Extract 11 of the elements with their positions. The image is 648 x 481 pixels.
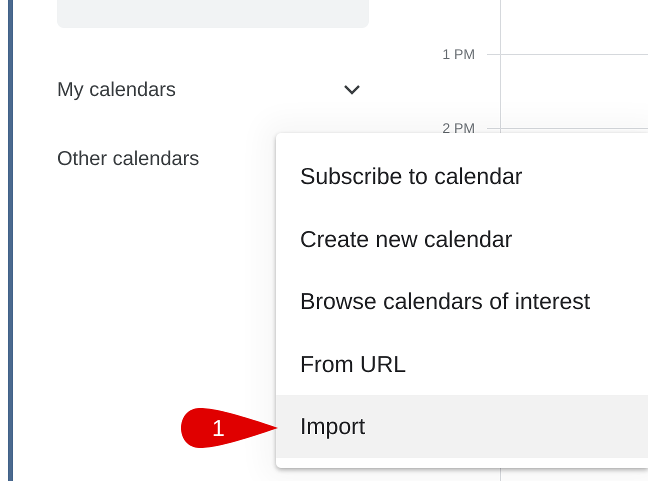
menu-item[interactable]: Subscribe to calendar (276, 145, 648, 208)
menu-item[interactable]: From URL (276, 332, 648, 395)
menu-item[interactable]: Import (276, 395, 648, 458)
menu-item[interactable]: Browse calendars of interest (276, 270, 648, 332)
time-label: 2 PM (442, 119, 475, 138)
menu-item[interactable]: Create new calendar (276, 208, 648, 270)
callout-badge: 1 (180, 407, 280, 449)
section-label[interactable]: Other calendars (57, 148, 200, 170)
section-label[interactable]: My calendars (57, 78, 176, 102)
time-label: 1 PM (442, 45, 475, 64)
chevron-down-icon[interactable] (343, 84, 361, 96)
